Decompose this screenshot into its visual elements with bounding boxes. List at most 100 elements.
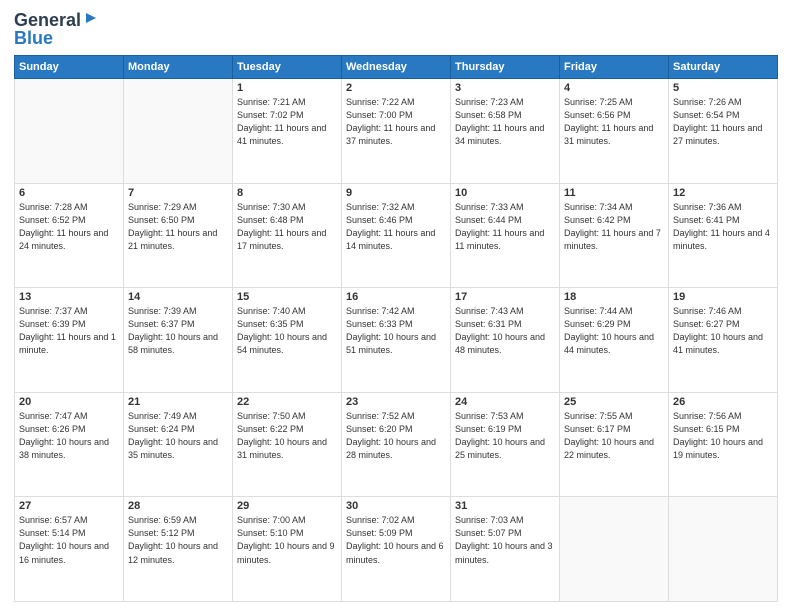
calendar-cell: 3 Sunrise: 7:23 AM Sunset: 6:58 PM Daylig…: [451, 79, 560, 184]
day-number: 26: [673, 396, 773, 408]
calendar-cell: 15 Sunrise: 7:40 AM Sunset: 6:35 PM Dayli…: [233, 288, 342, 393]
calendar-cell: 13 Sunrise: 7:37 AM Sunset: 6:39 PM Dayli…: [15, 288, 124, 393]
calendar-cell: 21 Sunrise: 7:49 AM Sunset: 6:24 PM Dayli…: [124, 392, 233, 497]
calendar-day-header: Sunday: [15, 56, 124, 79]
day-info: Sunrise: 7:21 AM Sunset: 7:02 PM Dayligh…: [237, 96, 337, 148]
calendar-cell: 17 Sunrise: 7:43 AM Sunset: 6:31 PM Dayli…: [451, 288, 560, 393]
day-number: 14: [128, 291, 228, 303]
day-info: Sunrise: 7:34 AM Sunset: 6:42 PM Dayligh…: [564, 201, 664, 253]
calendar-cell: 6 Sunrise: 7:28 AM Sunset: 6:52 PM Daylig…: [15, 183, 124, 288]
day-number: 29: [237, 500, 337, 512]
day-number: 12: [673, 187, 773, 199]
calendar-cell: [124, 79, 233, 184]
calendar-cell: 28 Sunrise: 6:59 AM Sunset: 5:12 PM Dayli…: [124, 497, 233, 602]
day-info: Sunrise: 7:28 AM Sunset: 6:52 PM Dayligh…: [19, 201, 119, 253]
day-number: 18: [564, 291, 664, 303]
day-info: Sunrise: 7:00 AM Sunset: 5:10 PM Dayligh…: [237, 514, 337, 566]
day-info: Sunrise: 7:25 AM Sunset: 6:56 PM Dayligh…: [564, 96, 664, 148]
day-info: Sunrise: 7:32 AM Sunset: 6:46 PM Dayligh…: [346, 201, 446, 253]
day-info: Sunrise: 7:03 AM Sunset: 5:07 PM Dayligh…: [455, 514, 555, 566]
day-number: 31: [455, 500, 555, 512]
calendar-cell: 1Sunrise: 7:21 AM Sunset: 7:02 PM Daylig…: [233, 79, 342, 184]
calendar-cell: 18 Sunrise: 7:44 AM Sunset: 6:29 PM Dayli…: [560, 288, 669, 393]
day-info: Sunrise: 7:40 AM Sunset: 6:35 PM Dayligh…: [237, 305, 337, 357]
day-number: 10: [455, 187, 555, 199]
day-info: Sunrise: 7:39 AM Sunset: 6:37 PM Dayligh…: [128, 305, 228, 357]
day-info: Sunrise: 7:37 AM Sunset: 6:39 PM Dayligh…: [19, 305, 119, 357]
calendar-day-header: Wednesday: [342, 56, 451, 79]
calendar-cell: 14 Sunrise: 7:39 AM Sunset: 6:37 PM Dayli…: [124, 288, 233, 393]
day-number: 22: [237, 396, 337, 408]
day-number: 16: [346, 291, 446, 303]
day-number: 25: [564, 396, 664, 408]
day-number: 23: [346, 396, 446, 408]
day-number: 6: [19, 187, 119, 199]
day-number: 30: [346, 500, 446, 512]
day-info: Sunrise: 7:22 AM Sunset: 7:00 PM Dayligh…: [346, 96, 446, 148]
calendar-week-row: 20Sunrise: 7:47 AM Sunset: 6:26 PM Dayli…: [15, 392, 778, 497]
logo-arrow-icon: [84, 11, 98, 30]
logo: General Blue: [14, 10, 98, 49]
day-number: 5: [673, 82, 773, 94]
day-info: Sunrise: 6:57 AM Sunset: 5:14 PM Dayligh…: [19, 514, 119, 566]
calendar-week-row: 6 Sunrise: 7:28 AM Sunset: 6:52 PM Daylig…: [15, 183, 778, 288]
day-info: Sunrise: 7:36 AM Sunset: 6:41 PM Dayligh…: [673, 201, 773, 253]
calendar-cell: 11 Sunrise: 7:34 AM Sunset: 6:42 PM Dayli…: [560, 183, 669, 288]
calendar-cell: 8Sunrise: 7:30 AM Sunset: 6:48 PM Daylig…: [233, 183, 342, 288]
day-info: Sunrise: 7:44 AM Sunset: 6:29 PM Dayligh…: [564, 305, 664, 357]
calendar-cell: 16 Sunrise: 7:42 AM Sunset: 6:33 PM Dayli…: [342, 288, 451, 393]
day-info: Sunrise: 7:53 AM Sunset: 6:19 PM Dayligh…: [455, 410, 555, 462]
header: General Blue: [14, 10, 778, 49]
day-number: 2: [346, 82, 446, 94]
day-number: 21: [128, 396, 228, 408]
day-number: 27: [19, 500, 119, 512]
day-info: Sunrise: 7:52 AM Sunset: 6:20 PM Dayligh…: [346, 410, 446, 462]
calendar-cell: 23 Sunrise: 7:52 AM Sunset: 6:20 PM Dayli…: [342, 392, 451, 497]
calendar-cell: 7Sunrise: 7:29 AM Sunset: 6:50 PM Daylig…: [124, 183, 233, 288]
day-number: 3: [455, 82, 555, 94]
calendar-cell: 31 Sunrise: 7:03 AM Sunset: 5:07 PM Dayli…: [451, 497, 560, 602]
calendar-week-row: 13 Sunrise: 7:37 AM Sunset: 6:39 PM Dayli…: [15, 288, 778, 393]
calendar-cell: 20Sunrise: 7:47 AM Sunset: 6:26 PM Dayli…: [15, 392, 124, 497]
logo-line2: Blue: [14, 28, 53, 49]
calendar-cell: 4Sunrise: 7:25 AM Sunset: 6:56 PM Daylig…: [560, 79, 669, 184]
calendar-cell: 27 Sunrise: 6:57 AM Sunset: 5:14 PM Dayli…: [15, 497, 124, 602]
calendar-header-row: SundayMondayTuesdayWednesdayThursdayFrid…: [15, 56, 778, 79]
day-info: Sunrise: 7:33 AM Sunset: 6:44 PM Dayligh…: [455, 201, 555, 253]
day-info: Sunrise: 7:29 AM Sunset: 6:50 PM Dayligh…: [128, 201, 228, 253]
day-info: Sunrise: 7:56 AM Sunset: 6:15 PM Dayligh…: [673, 410, 773, 462]
calendar-cell: 2 Sunrise: 7:22 AM Sunset: 7:00 PM Daylig…: [342, 79, 451, 184]
calendar-cell: 10 Sunrise: 7:33 AM Sunset: 6:44 PM Dayli…: [451, 183, 560, 288]
calendar-cell: 25 Sunrise: 7:55 AM Sunset: 6:17 PM Dayli…: [560, 392, 669, 497]
calendar-cell: [15, 79, 124, 184]
day-number: 28: [128, 500, 228, 512]
calendar-cell: 29 Sunrise: 7:00 AM Sunset: 5:10 PM Dayli…: [233, 497, 342, 602]
day-info: Sunrise: 7:26 AM Sunset: 6:54 PM Dayligh…: [673, 96, 773, 148]
day-number: 9: [346, 187, 446, 199]
day-info: Sunrise: 7:55 AM Sunset: 6:17 PM Dayligh…: [564, 410, 664, 462]
calendar-cell: 26 Sunrise: 7:56 AM Sunset: 6:15 PM Dayli…: [669, 392, 778, 497]
calendar-cell: 9 Sunrise: 7:32 AM Sunset: 6:46 PM Daylig…: [342, 183, 451, 288]
day-info: Sunrise: 6:59 AM Sunset: 5:12 PM Dayligh…: [128, 514, 228, 566]
calendar-cell: 19Sunrise: 7:46 AM Sunset: 6:27 PM Dayli…: [669, 288, 778, 393]
calendar-table: SundayMondayTuesdayWednesdayThursdayFrid…: [14, 55, 778, 602]
day-number: 24: [455, 396, 555, 408]
day-info: Sunrise: 7:47 AM Sunset: 6:26 PM Dayligh…: [19, 410, 119, 462]
calendar-week-row: 27 Sunrise: 6:57 AM Sunset: 5:14 PM Dayli…: [15, 497, 778, 602]
calendar-cell: 30 Sunrise: 7:02 AM Sunset: 5:09 PM Dayli…: [342, 497, 451, 602]
day-number: 19: [673, 291, 773, 303]
calendar-cell: 5 Sunrise: 7:26 AM Sunset: 6:54 PM Daylig…: [669, 79, 778, 184]
day-number: 17: [455, 291, 555, 303]
calendar-cell: 12 Sunrise: 7:36 AM Sunset: 6:41 PM Dayli…: [669, 183, 778, 288]
day-info: Sunrise: 7:43 AM Sunset: 6:31 PM Dayligh…: [455, 305, 555, 357]
day-info: Sunrise: 7:49 AM Sunset: 6:24 PM Dayligh…: [128, 410, 228, 462]
day-number: 13: [19, 291, 119, 303]
day-info: Sunrise: 7:30 AM Sunset: 6:48 PM Dayligh…: [237, 201, 337, 253]
day-number: 11: [564, 187, 664, 199]
day-number: 15: [237, 291, 337, 303]
day-info: Sunrise: 7:02 AM Sunset: 5:09 PM Dayligh…: [346, 514, 446, 566]
day-info: Sunrise: 7:23 AM Sunset: 6:58 PM Dayligh…: [455, 96, 555, 148]
calendar-cell: 24 Sunrise: 7:53 AM Sunset: 6:19 PM Dayli…: [451, 392, 560, 497]
day-info: Sunrise: 7:42 AM Sunset: 6:33 PM Dayligh…: [346, 305, 446, 357]
page: General Blue SundayMondayTuesdayWednesda…: [0, 0, 792, 612]
